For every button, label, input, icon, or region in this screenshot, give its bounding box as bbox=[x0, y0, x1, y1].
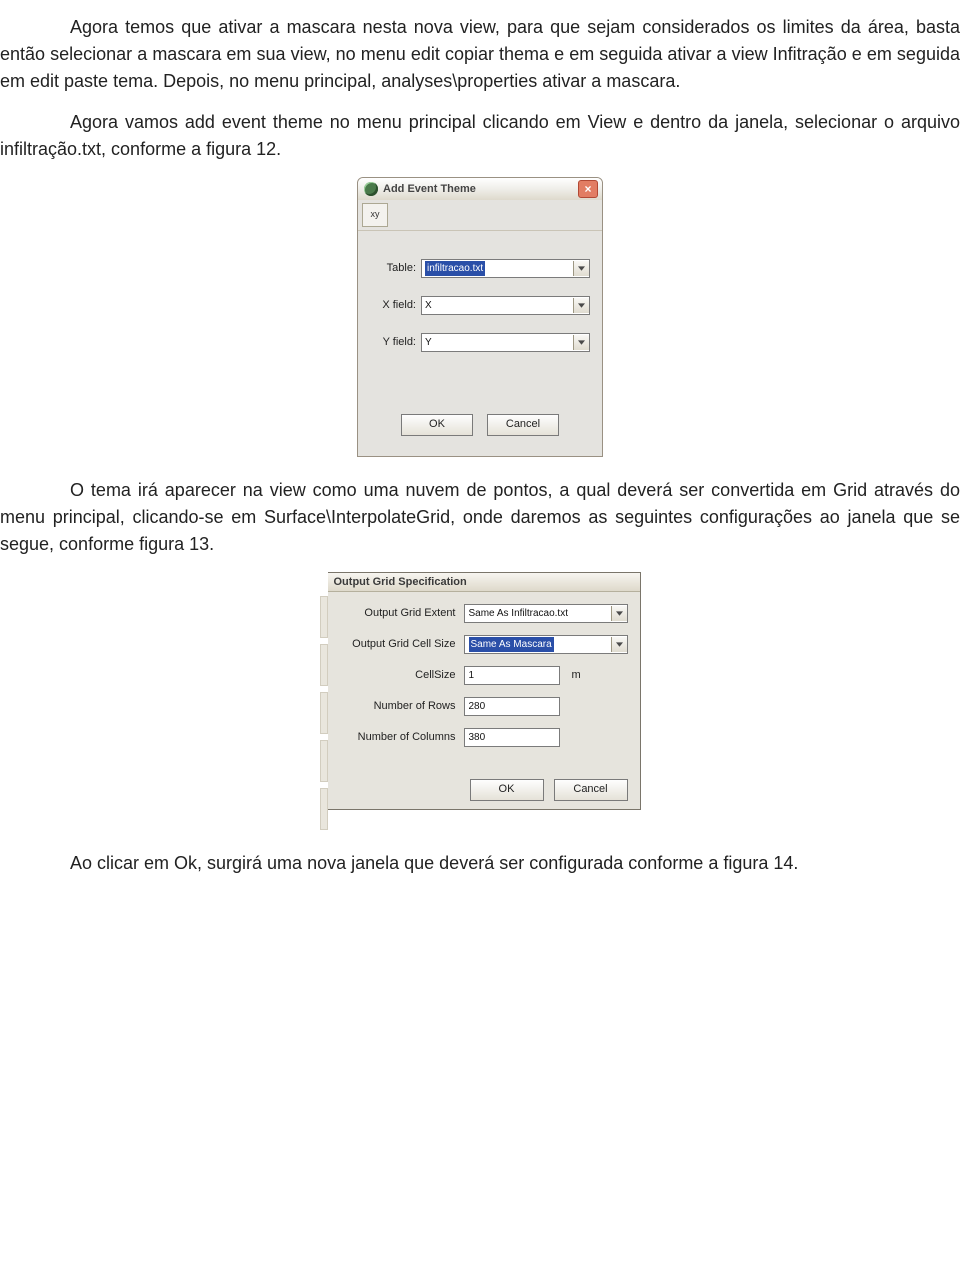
cellsize-select-row: Output Grid Cell Size Same As Mascara bbox=[336, 635, 630, 654]
xfield-combo[interactable]: X bbox=[421, 296, 590, 315]
dialog-form: Table: infiltracao.txt X field: X bbox=[358, 231, 602, 456]
left-edge-deco bbox=[320, 572, 328, 830]
edge-chip bbox=[320, 692, 328, 734]
cellsize-input[interactable]: 1 bbox=[464, 666, 560, 685]
chevron-down-icon bbox=[573, 335, 589, 350]
cellsize-select-combo[interactable]: Same As Mascara bbox=[464, 635, 628, 654]
xy-tool-button[interactable]: xy bbox=[362, 203, 388, 227]
table-row: Table: infiltracao.txt bbox=[370, 259, 590, 278]
panel-title: Output Grid Specification bbox=[328, 573, 640, 592]
dialog-toolbar: xy bbox=[358, 200, 602, 231]
cols-label: Number of Columns bbox=[336, 729, 464, 746]
ok-button[interactable]: OK bbox=[401, 414, 473, 436]
table-value: infiltracao.txt bbox=[425, 261, 485, 276]
figure-13: Output Grid Specification Output Grid Ex… bbox=[0, 572, 960, 830]
yfield-row: Y field: Y bbox=[370, 333, 590, 352]
output-grid-panel: Output Grid Specification Output Grid Ex… bbox=[328, 572, 641, 810]
extent-label: Output Grid Extent bbox=[336, 605, 464, 622]
cols-row: Number of Columns 380 bbox=[336, 728, 630, 747]
yfield-combo[interactable]: Y bbox=[421, 333, 590, 352]
output-grid-wrap: Output Grid Specification Output Grid Ex… bbox=[320, 572, 641, 830]
cancel-button[interactable]: Cancel bbox=[554, 779, 628, 801]
edge-chip bbox=[320, 788, 328, 830]
extent-row: Output Grid Extent Same As Infiltracao.t… bbox=[336, 604, 630, 623]
xfield-value: X bbox=[425, 298, 432, 313]
cellsize-select-label: Output Grid Cell Size bbox=[336, 636, 464, 653]
app-icon bbox=[364, 182, 378, 196]
cancel-button[interactable]: Cancel bbox=[487, 414, 559, 436]
cellsize-label: CellSize bbox=[336, 667, 464, 684]
extent-combo[interactable]: Same As Infiltracao.txt bbox=[464, 604, 628, 623]
paragraph-3: O tema irá aparecer na view como uma nuv… bbox=[0, 477, 960, 558]
extent-value: Same As Infiltracao.txt bbox=[469, 606, 569, 621]
cellsize-row: CellSize 1 m bbox=[336, 666, 630, 685]
ok-button[interactable]: OK bbox=[470, 779, 544, 801]
edge-chip bbox=[320, 596, 328, 638]
dialog-buttons: OK Cancel bbox=[370, 370, 590, 446]
panel-form: Output Grid Extent Same As Infiltracao.t… bbox=[328, 592, 640, 767]
panel-buttons: OK Cancel bbox=[328, 767, 640, 809]
rows-input[interactable]: 280 bbox=[464, 697, 560, 716]
paragraph-2: Agora vamos add event theme no menu prin… bbox=[0, 109, 960, 163]
rows-row: Number of Rows 280 bbox=[336, 697, 630, 716]
add-event-theme-dialog: Add Event Theme × xy Table: infiltracao.… bbox=[357, 177, 603, 457]
figure-12: Add Event Theme × xy Table: infiltracao.… bbox=[0, 177, 960, 457]
dialog-titlebar: Add Event Theme × bbox=[358, 178, 602, 200]
chevron-down-icon bbox=[611, 606, 627, 621]
xy-icon: xy bbox=[371, 208, 380, 222]
chevron-down-icon bbox=[573, 298, 589, 313]
xfield-row: X field: X bbox=[370, 296, 590, 315]
cols-input[interactable]: 380 bbox=[464, 728, 560, 747]
close-icon: × bbox=[584, 183, 591, 195]
yfield-label: Y field: bbox=[370, 334, 421, 351]
chevron-down-icon bbox=[611, 637, 627, 652]
paragraph-4: Ao clicar em Ok, surgirá uma nova janela… bbox=[0, 850, 960, 877]
table-combo[interactable]: infiltracao.txt bbox=[421, 259, 590, 278]
yfield-value: Y bbox=[425, 335, 432, 350]
edge-chip bbox=[320, 644, 328, 686]
close-button[interactable]: × bbox=[578, 180, 598, 198]
edge-chip bbox=[320, 740, 328, 782]
paragraph-1: Agora temos que ativar a mascara nesta n… bbox=[0, 14, 960, 95]
table-label: Table: bbox=[370, 260, 421, 277]
cellsize-unit: m bbox=[560, 667, 581, 684]
rows-label: Number of Rows bbox=[336, 698, 464, 715]
xfield-label: X field: bbox=[370, 297, 421, 314]
chevron-down-icon bbox=[573, 261, 589, 276]
dialog-title: Add Event Theme bbox=[383, 181, 578, 198]
cellsize-select-value: Same As Mascara bbox=[469, 637, 554, 652]
